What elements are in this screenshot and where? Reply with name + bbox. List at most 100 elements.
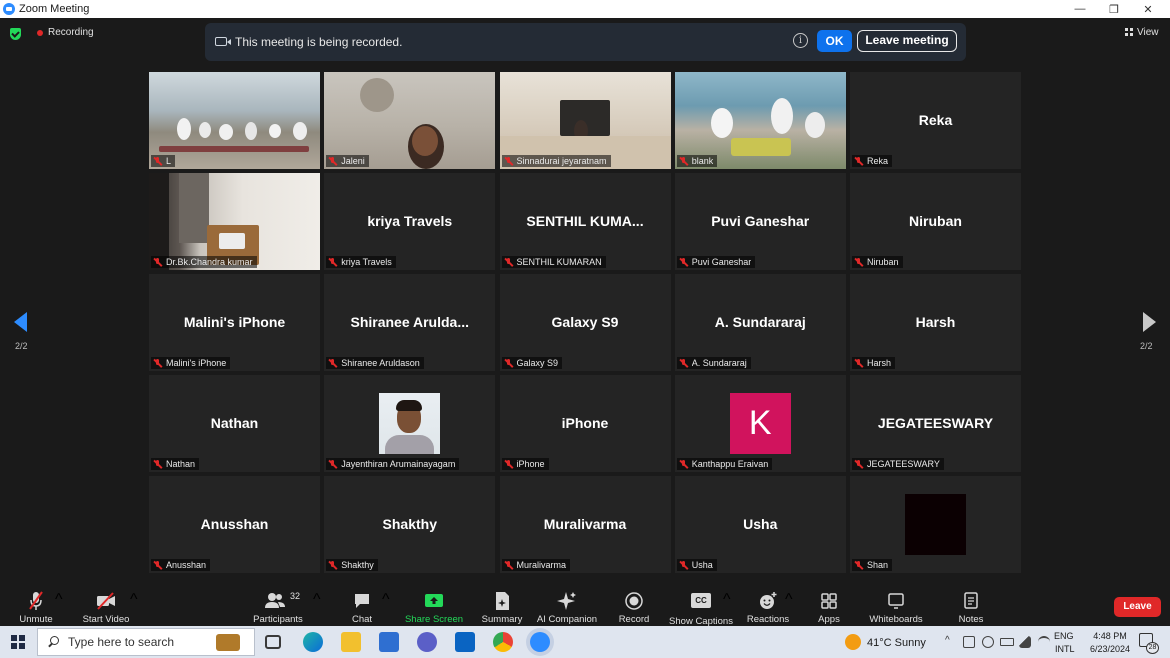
clock-time[interactable]: 4:48 PM xyxy=(1087,631,1133,641)
video-feed-shape xyxy=(245,122,257,140)
participant-tile[interactable]: SENTHIL KUMA... SENTHIL KUMARAN xyxy=(499,173,671,270)
participant-display-name: iPhone xyxy=(561,415,609,431)
participant-tile[interactable]: Nathan Nathan xyxy=(149,375,320,472)
reactions-label: Reactions xyxy=(746,614,790,625)
participants-button[interactable]: 32 Participants xyxy=(250,591,306,625)
whiteboards-button[interactable]: Whiteboards xyxy=(866,591,926,625)
reactions-options-caret[interactable]: ^ xyxy=(785,591,793,625)
video-feed-shape xyxy=(219,124,233,140)
previous-page-arrow-icon[interactable] xyxy=(14,312,27,332)
ok-button[interactable]: OK xyxy=(817,30,852,52)
ai-companion-button[interactable]: AI Companion xyxy=(536,591,598,625)
participants-options-caret[interactable]: ^ xyxy=(313,591,321,625)
participant-tile[interactable]: Jayenthiran Arumainayagam xyxy=(324,375,496,472)
muted-mic-icon xyxy=(679,156,688,166)
zoom-taskbar-icon[interactable] xyxy=(530,632,550,652)
unmute-button[interactable]: Unmute xyxy=(14,591,58,625)
participant-name: Puvi Ganeshar xyxy=(691,257,752,267)
participant-tile[interactable]: iPhone iPhone xyxy=(499,375,671,472)
next-page-arrow-icon[interactable] xyxy=(1143,312,1156,332)
chat-button[interactable]: Chat xyxy=(346,591,378,625)
video-options-caret[interactable]: ^ xyxy=(130,591,138,625)
language-top[interactable]: ENG xyxy=(1054,631,1074,641)
restore-button[interactable]: ❐ xyxy=(1097,0,1131,18)
participant-tile[interactable]: Dr.Bk.Chandra kumar xyxy=(149,173,320,270)
participant-display-name: JEGATEESWARY xyxy=(877,415,994,431)
summary-button[interactable]: Summary xyxy=(480,591,524,625)
battery-icon[interactable] xyxy=(1000,638,1014,646)
wifi-icon[interactable] xyxy=(1038,636,1050,648)
meeting-toolbar: Unmute ^ Start Video ^ 32 Participants ^… xyxy=(0,585,1170,627)
participant-tile[interactable]: A. Sundararaj A. Sundararaj xyxy=(674,274,846,371)
teams-icon[interactable] xyxy=(417,632,437,652)
participant-display-name: Reka xyxy=(918,112,953,128)
avatar xyxy=(379,393,441,454)
clock-date[interactable]: 6/23/2024 xyxy=(1083,644,1137,654)
windows-start-icon[interactable] xyxy=(11,635,25,649)
participant-tile[interactable]: Muralivarma Muralivarma xyxy=(499,476,671,573)
language-bottom[interactable]: INTL xyxy=(1055,644,1075,654)
muted-mic-icon xyxy=(854,560,863,570)
chat-options-caret[interactable]: ^ xyxy=(382,591,390,625)
participant-tile[interactable]: Malini's iPhone Malini's iPhone xyxy=(149,274,320,371)
reactions-button[interactable]: Reactions xyxy=(746,591,790,625)
weather-text[interactable]: 41°C Sunny xyxy=(867,637,926,649)
minimize-button[interactable]: — xyxy=(1063,0,1097,18)
participant-nameplate: Harsh xyxy=(852,357,896,369)
recording-dot-icon xyxy=(37,30,43,36)
participant-tile[interactable]: JEGATEESWARY JEGATEESWARY xyxy=(850,375,1021,472)
participant-tile[interactable]: Shakthy Shakthy xyxy=(324,476,496,573)
title-bar: Zoom Meeting — ❐ ✕ xyxy=(0,0,1170,18)
edge-browser-icon[interactable] xyxy=(303,632,323,652)
share-screen-button[interactable]: Share Screen xyxy=(404,591,464,625)
participant-tile[interactable]: Jaleni xyxy=(324,72,496,169)
captions-options-caret[interactable]: ^ xyxy=(723,591,731,625)
leave-button[interactable]: Leave xyxy=(1114,597,1161,617)
participant-nameplate: Niruban xyxy=(852,256,903,268)
volume-icon[interactable] xyxy=(1019,636,1031,648)
file-explorer-icon[interactable] xyxy=(341,632,361,652)
notes-button[interactable]: Notes xyxy=(954,591,988,625)
participant-tile[interactable]: blank xyxy=(674,72,846,169)
view-button[interactable]: View xyxy=(1125,27,1159,38)
participant-tile[interactable]: K Kanthappu Eraivan xyxy=(674,375,846,472)
participant-tile[interactable]: kriya Travels kriya Travels xyxy=(324,173,496,270)
microsoft-store-icon[interactable] xyxy=(379,632,399,652)
leave-meeting-button[interactable]: Leave meeting xyxy=(857,30,957,52)
participant-name: Usha xyxy=(691,560,713,570)
participant-display-name: Puvi Ganeshar xyxy=(711,213,810,229)
start-video-button[interactable]: Start Video xyxy=(80,591,132,625)
participant-tile[interactable]: Harsh Harsh xyxy=(850,274,1021,371)
participant-tile[interactable]: Anusshan Anusshan xyxy=(149,476,320,573)
outlook-icon[interactable] xyxy=(455,632,475,652)
muted-mic-icon xyxy=(504,560,513,570)
tray-overflow-chevron-icon[interactable]: ^ xyxy=(945,635,950,646)
close-button[interactable]: ✕ xyxy=(1131,0,1165,18)
participant-tile[interactable]: Puvi Ganeshar Puvi Ganeshar xyxy=(674,173,846,270)
participant-tile[interactable]: Shan xyxy=(850,476,1021,573)
security-shield-icon[interactable] xyxy=(10,28,21,40)
search-icon xyxy=(47,636,59,648)
participant-tile[interactable]: Usha Usha xyxy=(674,476,846,573)
info-icon[interactable]: i xyxy=(793,33,808,48)
participant-tile[interactable]: L xyxy=(149,72,320,169)
participant-name: JEGATEESWARY xyxy=(867,459,940,469)
participant-tile[interactable]: Niruban Niruban xyxy=(850,173,1021,270)
tray-meet-icon[interactable] xyxy=(982,636,994,648)
participant-tile[interactable]: Galaxy S9 Galaxy S9 xyxy=(499,274,671,371)
participant-tile[interactable]: Sinnadurai jeyaratnam xyxy=(499,72,671,169)
chrome-icon[interactable] xyxy=(493,632,513,652)
recording-label[interactable]: Recording xyxy=(48,27,94,38)
tray-app-icon[interactable] xyxy=(963,636,975,648)
summary-icon xyxy=(496,592,509,610)
audio-options-caret[interactable]: ^ xyxy=(55,591,63,625)
participant-tile[interactable]: Shiranee Arulda... Shiranee Aruldason xyxy=(324,274,496,371)
record-button[interactable]: Record xyxy=(614,591,654,625)
taskbar-search-box[interactable]: Type here to search xyxy=(37,628,255,656)
participant-tile[interactable]: Reka Reka xyxy=(850,72,1021,169)
participant-name: Jayenthiran Arumainayagam xyxy=(341,459,456,469)
apps-button[interactable]: Apps xyxy=(814,591,844,625)
weather-sun-icon[interactable] xyxy=(845,634,861,650)
avatar-shirt-shape xyxy=(385,435,435,454)
task-view-icon[interactable] xyxy=(265,635,281,649)
